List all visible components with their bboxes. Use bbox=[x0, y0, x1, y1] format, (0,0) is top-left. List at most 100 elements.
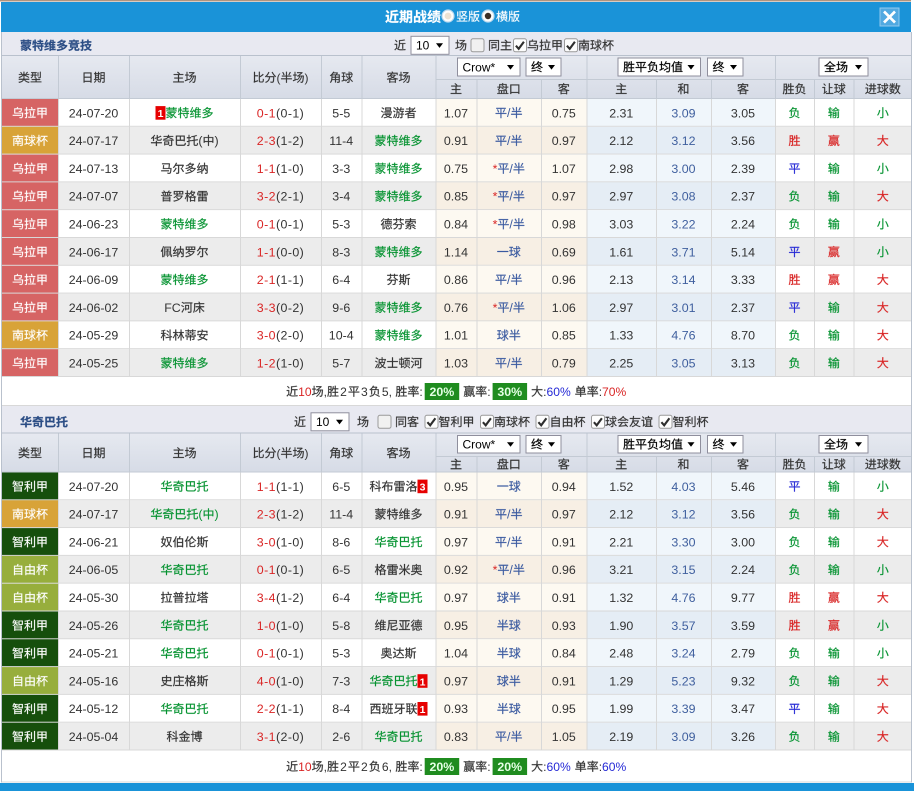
svg-text:24-05-26: 24-05-26 bbox=[69, 619, 119, 633]
svg-text:60%: 60% bbox=[547, 385, 571, 399]
svg-text:1.90: 1.90 bbox=[609, 619, 633, 633]
svg-text:5,: 5, bbox=[382, 385, 392, 399]
svg-text:4.76: 4.76 bbox=[671, 329, 695, 343]
svg-text:0.95: 0.95 bbox=[444, 480, 468, 494]
svg-text:0-1: 0-1 bbox=[257, 563, 276, 577]
svg-text:0.97: 0.97 bbox=[552, 508, 576, 522]
svg-text:2: 2 bbox=[340, 760, 347, 774]
svg-text:/: / bbox=[507, 134, 511, 148]
svg-text:1.33: 1.33 bbox=[609, 329, 633, 343]
svg-text:0.97: 0.97 bbox=[552, 190, 576, 204]
svg-text:(: ( bbox=[277, 446, 281, 460]
svg-text:4-0: 4-0 bbox=[257, 674, 276, 688]
svg-text:0.96: 0.96 bbox=[552, 563, 576, 577]
svg-text:24-07-17: 24-07-17 bbox=[69, 508, 119, 522]
svg-text:3.12: 3.12 bbox=[671, 134, 695, 148]
svg-text:24-05-12: 24-05-12 bbox=[69, 702, 119, 716]
svg-text:3.33: 3.33 bbox=[731, 273, 755, 287]
svg-text:10-4: 10-4 bbox=[329, 329, 354, 343]
svg-text:2-1: 2-1 bbox=[257, 273, 276, 287]
svg-text:2-6: 2-6 bbox=[332, 730, 350, 744]
svg-text:6-5: 6-5 bbox=[332, 480, 350, 494]
svg-text:/: / bbox=[509, 301, 513, 315]
svg-text:/: / bbox=[507, 356, 511, 370]
svg-text:/: / bbox=[509, 190, 513, 204]
svg-text:0.84: 0.84 bbox=[444, 218, 468, 232]
svg-text:3-0: 3-0 bbox=[257, 535, 276, 549]
svg-text:0.75: 0.75 bbox=[444, 162, 468, 176]
svg-text:24-06-02: 24-06-02 bbox=[69, 301, 119, 315]
svg-text:(: ( bbox=[277, 71, 281, 85]
svg-text:24-06-23: 24-06-23 bbox=[69, 218, 119, 232]
svg-text:9.32: 9.32 bbox=[731, 674, 755, 688]
svg-text:3.39: 3.39 bbox=[671, 702, 695, 716]
svg-text:0.91: 0.91 bbox=[444, 134, 468, 148]
svg-text:10: 10 bbox=[298, 385, 312, 399]
svg-text:2.24: 2.24 bbox=[731, 218, 755, 232]
svg-text:0.93: 0.93 bbox=[444, 702, 468, 716]
svg-text:/: / bbox=[507, 535, 511, 549]
svg-text:70%: 70% bbox=[602, 385, 626, 399]
svg-text:2.12: 2.12 bbox=[609, 134, 633, 148]
svg-text:0.91: 0.91 bbox=[444, 508, 468, 522]
svg-text:/: / bbox=[507, 106, 511, 120]
svg-text:1.05: 1.05 bbox=[552, 730, 576, 744]
svg-text:8.70: 8.70 bbox=[731, 329, 755, 343]
svg-text:4.76: 4.76 bbox=[671, 591, 695, 605]
svg-text:0.91: 0.91 bbox=[552, 535, 576, 549]
svg-text:24-05-25: 24-05-25 bbox=[69, 357, 119, 371]
svg-text:): ) bbox=[215, 134, 219, 148]
svg-text:0.98: 0.98 bbox=[552, 218, 576, 232]
svg-text:60%: 60% bbox=[602, 760, 626, 774]
svg-text:3.15: 3.15 bbox=[671, 563, 695, 577]
svg-text:20%: 20% bbox=[429, 760, 454, 774]
svg-text:4.03: 4.03 bbox=[671, 480, 695, 494]
svg-text:(1-2): (1-2) bbox=[276, 134, 304, 148]
svg-text:0.93: 0.93 bbox=[552, 619, 576, 633]
svg-text:5.14: 5.14 bbox=[731, 245, 755, 259]
svg-text:8-6: 8-6 bbox=[332, 535, 350, 549]
svg-text:(0-1): (0-1) bbox=[276, 106, 304, 120]
svg-text:*: * bbox=[493, 190, 498, 204]
svg-text:1: 1 bbox=[420, 704, 426, 716]
svg-text:0.85: 0.85 bbox=[552, 329, 576, 343]
svg-text:3.05: 3.05 bbox=[671, 357, 695, 371]
svg-text:3.30: 3.30 bbox=[671, 535, 695, 549]
svg-text:20%: 20% bbox=[497, 760, 522, 774]
svg-text:3.09: 3.09 bbox=[671, 106, 695, 120]
svg-text:2.79: 2.79 bbox=[731, 647, 755, 661]
svg-text:2.31: 2.31 bbox=[609, 106, 633, 120]
svg-text:2.12: 2.12 bbox=[609, 508, 633, 522]
svg-text:1.32: 1.32 bbox=[609, 591, 633, 605]
svg-text:/: / bbox=[509, 162, 513, 176]
svg-text:3-4: 3-4 bbox=[257, 591, 276, 605]
svg-text:0.83: 0.83 bbox=[444, 730, 468, 744]
svg-text:0.96: 0.96 bbox=[552, 273, 576, 287]
svg-text:9.77: 9.77 bbox=[731, 591, 755, 605]
svg-text:1: 1 bbox=[158, 108, 164, 120]
svg-text:3.57: 3.57 bbox=[671, 619, 695, 633]
svg-text:24-05-29: 24-05-29 bbox=[69, 329, 119, 343]
svg-text:*: * bbox=[493, 162, 498, 176]
svg-text:3.26: 3.26 bbox=[731, 730, 755, 744]
svg-text:24-05-21: 24-05-21 bbox=[69, 647, 119, 661]
svg-text:0.95: 0.95 bbox=[444, 619, 468, 633]
svg-text:0.97: 0.97 bbox=[444, 535, 468, 549]
svg-text:(2-0): (2-0) bbox=[276, 329, 304, 343]
svg-text:2-2: 2-2 bbox=[257, 702, 276, 716]
svg-text:24-06-21: 24-06-21 bbox=[69, 535, 119, 549]
svg-text:24-07-20: 24-07-20 bbox=[69, 106, 119, 120]
svg-text:2.98: 2.98 bbox=[609, 162, 633, 176]
svg-text:3: 3 bbox=[420, 482, 426, 494]
svg-text:(1-2): (1-2) bbox=[276, 508, 304, 522]
svg-text:1-1: 1-1 bbox=[257, 480, 276, 494]
svg-text:3.59: 3.59 bbox=[731, 619, 755, 633]
svg-text:3: 3 bbox=[361, 385, 368, 399]
svg-text:3-2: 3-2 bbox=[257, 190, 276, 204]
svg-text:2.37: 2.37 bbox=[731, 301, 755, 315]
svg-text:*: * bbox=[493, 301, 498, 315]
svg-text:20%: 20% bbox=[429, 385, 454, 399]
svg-text:(1-1): (1-1) bbox=[276, 702, 304, 716]
svg-text:5-3: 5-3 bbox=[332, 647, 350, 661]
svg-text:3.56: 3.56 bbox=[731, 134, 755, 148]
